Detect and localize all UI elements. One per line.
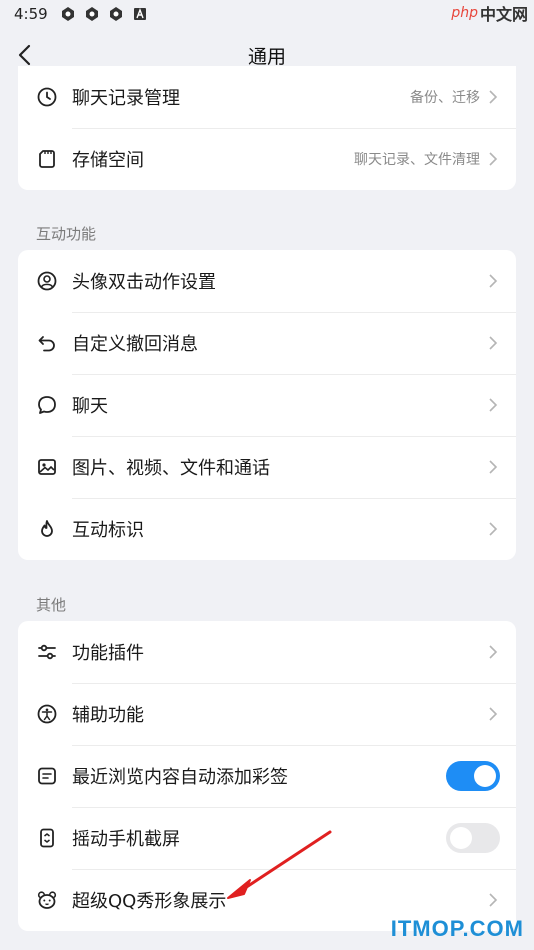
clock-icon: [37, 87, 57, 107]
chevron-right-icon: [489, 90, 498, 104]
notification-icon: [61, 7, 74, 21]
settings-row-interaction-badge[interactable]: 互动标识: [18, 498, 516, 560]
shake-screenshot-icon: [40, 828, 54, 848]
settings-row-chat[interactable]: 聊天: [18, 374, 516, 436]
chevron-right-icon: [489, 152, 498, 166]
flame-icon: [41, 520, 53, 537]
auto-color-tag-toggle[interactable]: [446, 761, 500, 791]
settings-row-media-files[interactable]: 图片、视频、文件和通话: [18, 436, 516, 498]
row-label: 辅助功能: [72, 705, 144, 726]
toggle-knob: [474, 765, 496, 787]
settings-row-plugins[interactable]: 功能插件: [18, 621, 516, 683]
chevron-right-icon: [489, 893, 498, 907]
settings-row-accessibility[interactable]: 辅助功能: [18, 683, 516, 745]
image-icon: [38, 459, 56, 475]
chevron-right-icon: [489, 274, 498, 288]
watermark-itmop: ITMOP.COM: [390, 916, 524, 941]
row-label: 图片、视频、文件和通话: [72, 458, 270, 479]
section-title-other: 其他: [36, 596, 67, 614]
bear-face-icon: [37, 891, 57, 909]
sliders-icon: [38, 644, 56, 660]
row-value: 聊天记录、文件清理: [354, 152, 480, 168]
chevron-right-icon: [489, 522, 498, 536]
chevron-right-icon: [489, 707, 498, 721]
settings-row-chat-history[interactable]: 聊天记录管理 备份、迁移: [18, 66, 516, 128]
undo-icon: [38, 336, 55, 352]
chevron-right-icon: [489, 398, 498, 412]
row-label: 聊天: [72, 396, 108, 417]
app-a-icon: [133, 8, 146, 20]
chat-bubble-icon: [38, 396, 56, 414]
interaction-card: 头像双击动作设置 自定义撤回消息 聊天 图片、视频、文件和通话 互动标识: [18, 250, 516, 560]
toggle-knob: [450, 827, 472, 849]
note-icon: [38, 767, 56, 785]
row-label: 最近浏览内容自动添加彩签: [72, 767, 288, 788]
settings-row-avatar-double-tap[interactable]: 头像双击动作设置: [18, 250, 516, 312]
settings-row-auto-color-tag: 最近浏览内容自动添加彩签: [18, 745, 516, 807]
row-label: 互动标识: [72, 520, 144, 541]
row-label: 聊天记录管理: [72, 88, 180, 109]
accessibility-icon: [37, 704, 57, 724]
notification-icon: [109, 7, 122, 21]
section-title-interaction: 互动功能: [36, 225, 97, 243]
settings-row-custom-recall[interactable]: 自定义撤回消息: [18, 312, 516, 374]
row-label: 头像双击动作设置: [72, 272, 216, 293]
storage-card: 聊天记录管理 备份、迁移 存储空间 聊天记录、文件清理: [18, 66, 516, 190]
row-label: 摇动手机截屏: [72, 829, 180, 850]
status-time: 4:59: [14, 5, 48, 23]
page-title: 通用: [247, 45, 286, 68]
watermark-php-text: php: [451, 5, 478, 21]
row-value: 备份、迁移: [410, 90, 480, 106]
other-card: 功能插件 辅助功能 最近浏览内容自动添加彩签 摇动手机截屏 超级QQ秀形象展示: [18, 621, 516, 931]
chevron-right-icon: [489, 336, 498, 350]
settings-row-storage[interactable]: 存储空间 聊天记录、文件清理: [18, 128, 516, 190]
notification-icon: [85, 7, 98, 21]
chevron-right-icon: [489, 460, 498, 474]
sd-card-icon: [39, 150, 55, 168]
row-label: 自定义撤回消息: [72, 334, 198, 355]
chevron-right-icon: [489, 645, 498, 659]
row-label: 超级QQ秀形象展示: [72, 891, 227, 912]
settings-row-shake-screenshot: 摇动手机截屏: [18, 807, 516, 869]
watermark-cn-text: 中文网: [479, 5, 528, 24]
watermark-php: php 中文网: [451, 0, 528, 26]
back-arrow-icon[interactable]: [12, 41, 40, 69]
avatar-icon: [37, 271, 57, 291]
shake-screenshot-toggle[interactable]: [446, 823, 500, 853]
row-label: 存储空间: [72, 150, 144, 171]
row-label: 功能插件: [72, 643, 144, 664]
